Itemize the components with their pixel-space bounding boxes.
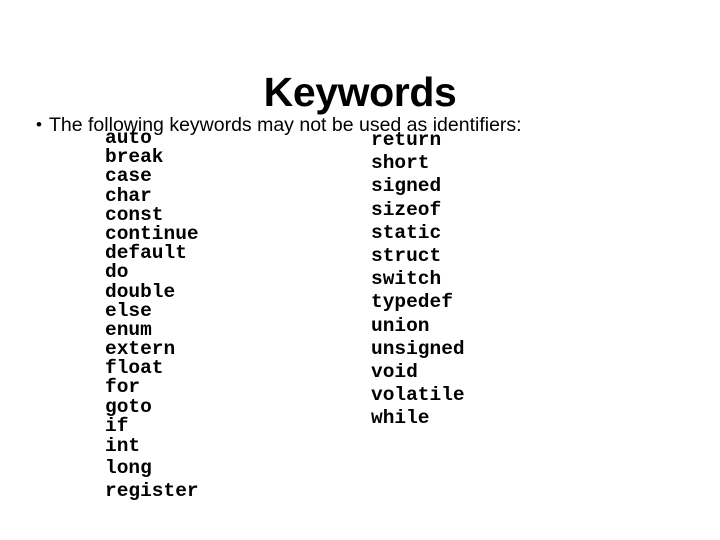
keyword-item: volatile (371, 384, 465, 407)
keyword-item: static (371, 221, 442, 244)
keyword-item: sizeof (371, 198, 442, 221)
keywords-column-left: auto break case char const continue default do d… (105, 128, 199, 503)
keyword-item: register (105, 480, 199, 502)
keyword-item: int (105, 435, 141, 457)
keyword-item: for (105, 376, 141, 399)
keyword-item: do (105, 261, 129, 284)
keyword-item: while (371, 407, 430, 430)
keyword-item: char (105, 184, 152, 207)
page-title: Keywords (263, 69, 457, 116)
keyword-item: else (105, 299, 152, 322)
keyword-item: long (105, 457, 152, 479)
keywords-column-right: return short signed sizeof static struct switc… (371, 129, 465, 430)
bullet-point-icon: • (36, 114, 42, 134)
keyword-item: short (371, 152, 430, 175)
keyword-item: double (105, 280, 176, 303)
keyword-item: struct (371, 244, 442, 267)
keyword-item: if (105, 414, 129, 437)
keyword-item: union (371, 314, 430, 337)
keyword-item: return (371, 129, 442, 151)
keyword-item: typedef (371, 291, 453, 314)
slide-canvas: Keywords • The following keywords may not… (0, 0, 720, 540)
keyword-item: void (371, 360, 418, 383)
keyword-item: switch (371, 268, 442, 291)
keyword-item: unsigned (371, 337, 465, 360)
keyword-item: case (105, 165, 152, 188)
keyword-item: signed (371, 175, 442, 198)
keyword-item: goto (105, 395, 152, 418)
